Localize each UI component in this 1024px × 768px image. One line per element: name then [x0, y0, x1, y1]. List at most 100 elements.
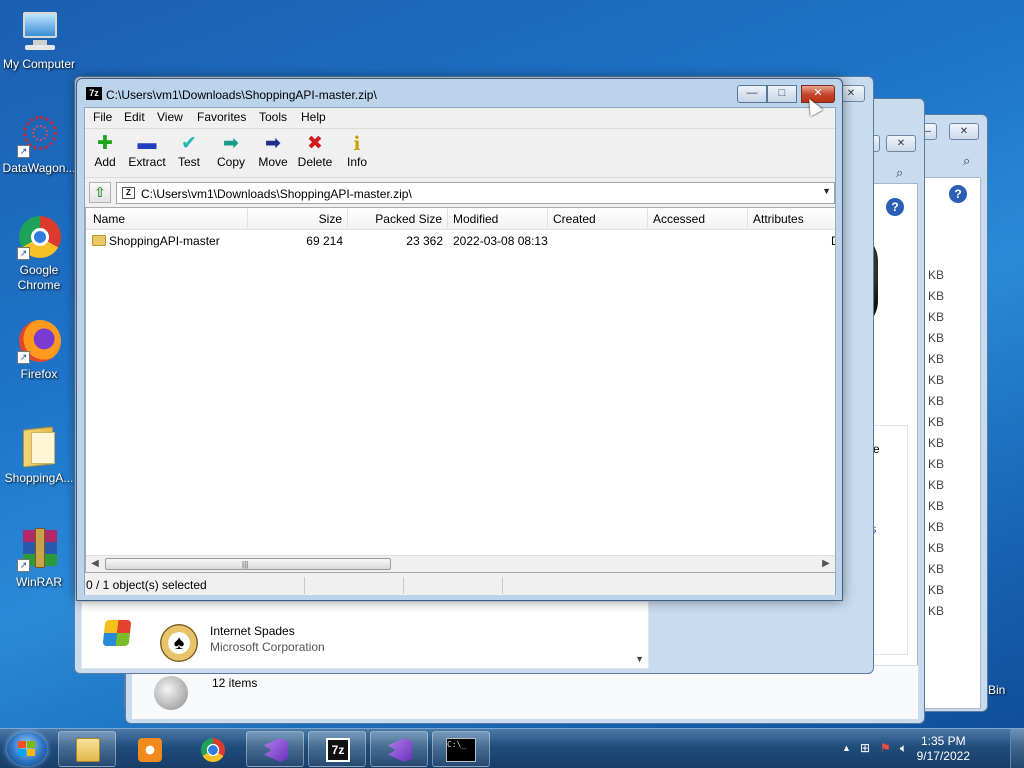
menu-tools[interactable]: Tools — [257, 110, 289, 124]
address-combobox[interactable]: Z C:\Users\vm1\Downloads\ShoppingAPI-mas… — [116, 182, 835, 204]
size-column-pane: KB KB KB KB KB KB KB KB KB KB KB KB KB KB KB KB KB — [923, 177, 981, 709]
program-list: ♠ Internet Spades Microsoft Corporation … — [81, 601, 649, 669]
column-packed-size[interactable]: Packed Size — [348, 208, 448, 230]
desktop-icon-shoppingapi-folder[interactable]: ShoppingA... — [0, 424, 78, 486]
status-segment-3 — [405, 577, 503, 594]
chrome-icon: ↗ — [17, 216, 61, 260]
move-label: Move — [258, 155, 288, 169]
desktop-icon-label: Firefox — [20, 367, 58, 381]
taskbar-visual-studio-installer[interactable] — [370, 731, 428, 767]
extract-icon: ▬ — [137, 133, 157, 154]
kb-size-cell: KB — [928, 394, 945, 408]
info-icon: i — [353, 133, 361, 155]
network-icon[interactable]: ⊞ — [860, 741, 870, 755]
info-button[interactable]: i Info — [335, 133, 379, 169]
desktop-icon-my-computer[interactable]: My Computer — [0, 10, 78, 72]
cell-packed-size: 23 362 — [406, 234, 443, 248]
extract-button[interactable]: ▬ Extract — [125, 133, 169, 169]
taskbar-chrome[interactable] — [183, 731, 241, 767]
test-button[interactable]: ✔ Test — [167, 133, 211, 169]
show-desktop-button[interactable] — [1010, 729, 1024, 768]
kb-size-cell: KB — [928, 520, 945, 534]
menu-file[interactable]: File — [91, 110, 114, 124]
kb-size-cell: KB — [928, 499, 945, 513]
copy-button[interactable]: ➡ Copy — [209, 133, 253, 169]
taskbar-7zip[interactable]: 7z — [308, 731, 366, 767]
kb-size-cell: KB — [928, 268, 945, 282]
menu-view[interactable]: View — [155, 110, 185, 124]
add-icon: ✚ — [97, 133, 113, 154]
taskbar-visual-studio[interactable] — [246, 731, 304, 767]
horizontal-scrollbar[interactable]: ◀ ||| ▶ — [86, 555, 835, 572]
column-headers: Name Size Packed Size Modified Created A… — [86, 208, 835, 230]
search-icon[interactable]: ⌕ — [963, 153, 970, 169]
menu-help[interactable]: Help — [299, 110, 328, 124]
column-name[interactable]: Name — [86, 208, 248, 230]
desktop-icon-label: DataWagon... — [2, 161, 76, 175]
zip-file-icon: Z — [122, 187, 135, 199]
up-folder-button[interactable]: ⇧ — [89, 182, 111, 203]
kb-size-cell: KB — [928, 289, 945, 303]
column-created[interactable]: Created — [548, 208, 648, 230]
kb-size-cell: KB — [928, 352, 945, 366]
close-button[interactable]: ✕ — [886, 135, 916, 152]
scroll-left-arrow-icon[interactable]: ◀ — [88, 558, 102, 569]
scroll-right-arrow-icon[interactable]: ▶ — [819, 558, 833, 569]
taskbar-media-player[interactable] — [120, 731, 178, 767]
7zip-app-icon[interactable]: 7z — [86, 87, 102, 100]
column-accessed[interactable]: Accessed — [648, 208, 748, 230]
taskbar: 7z C:\_ ▲ ⊞ ⚑ 🔈︎ 1:35 PM 9/17/2022 — [0, 728, 1024, 768]
title-bar[interactable]: 7z C:\Users\vm1\Downloads\ShoppingAPI-ma… — [77, 79, 842, 107]
desktop-icon-winrar[interactable]: ↗ WinRAR — [0, 528, 78, 590]
column-size[interactable]: Size — [248, 208, 348, 230]
cell-accessed — [648, 231, 748, 251]
desktop-icon-chrome[interactable]: ↗ Google Chrome — [0, 216, 78, 293]
kb-size-cell: KB — [928, 562, 945, 576]
clock[interactable]: 1:35 PM 9/17/2022 — [917, 734, 970, 764]
chess-puzzle-icon — [154, 676, 188, 710]
help-icon[interactable]: ? — [886, 198, 904, 216]
cell-attributes: D — [826, 231, 835, 251]
test-label: Test — [177, 155, 200, 169]
info-label: Info — [346, 155, 367, 169]
desktop-icon-firefox[interactable]: ↗ Firefox — [0, 320, 78, 382]
menu-edit[interactable]: Edit — [122, 110, 147, 124]
scroll-down-arrow-icon[interactable]: ▼ — [635, 654, 644, 664]
column-modified[interactable]: Modified — [448, 208, 548, 230]
column-attributes[interactable]: Attributes — [748, 208, 835, 230]
kb-size-cell: KB — [928, 331, 945, 345]
7zip-window[interactable]: 7z C:\Users\vm1\Downloads\ShoppingAPI-ma… — [76, 78, 843, 601]
kb-size-cell: KB — [928, 604, 945, 618]
scrollbar-thumb[interactable]: ||| — [105, 558, 391, 570]
add-button[interactable]: ✚ Add — [83, 133, 127, 169]
action-center-flag-icon[interactable]: ⚑ — [880, 741, 891, 755]
close-button[interactable]: ✕ — [949, 123, 979, 140]
minimize-button[interactable]: — — [737, 85, 767, 103]
desktop-icon-label: WinRAR — [15, 575, 62, 589]
table-row[interactable]: ShoppingAPI-master 69 214 23 362 2022-03… — [86, 231, 835, 251]
help-icon[interactable]: ? — [949, 185, 967, 203]
menu-favorites[interactable]: Favorites — [195, 110, 248, 124]
taskbar-cmd[interactable]: C:\_ — [432, 731, 490, 767]
spades-icon: ♠ — [160, 624, 198, 662]
chevron-down-icon[interactable]: ▼ — [822, 186, 831, 196]
status-segment-2 — [306, 577, 404, 594]
taskbar-explorer[interactable] — [58, 731, 116, 767]
desktop-icon-datawagon[interactable]: ↗ DataWagon... — [0, 114, 78, 176]
media-player-icon — [138, 738, 162, 762]
list-item[interactable]: ♠ Internet Spades Microsoft Corporation — [156, 620, 636, 664]
start-button[interactable] — [7, 732, 47, 766]
volume-icon[interactable]: 🔈︎ — [900, 741, 907, 756]
delete-button[interactable]: ✖ Delete — [293, 133, 337, 169]
status-selection: 0 / 1 object(s) selected — [85, 577, 305, 594]
winrar-icon: ↗ — [17, 528, 61, 572]
show-hidden-icons-icon[interactable]: ▲ — [842, 743, 851, 753]
item-count: 12 items — [212, 676, 258, 690]
kb-size-cell: KB — [928, 583, 945, 597]
recycle-bin-label[interactable]: Bin — [988, 683, 1005, 697]
move-button[interactable]: ➡ Move — [251, 133, 295, 169]
file-list[interactable]: Name Size Packed Size Modified Created A… — [85, 207, 836, 573]
address-row: ⇧ Z C:\Users\vm1\Downloads\ShoppingAPI-m… — [85, 180, 835, 206]
maximize-button[interactable]: □ — [767, 85, 797, 103]
search-icon[interactable]: ⌕ — [896, 165, 903, 181]
